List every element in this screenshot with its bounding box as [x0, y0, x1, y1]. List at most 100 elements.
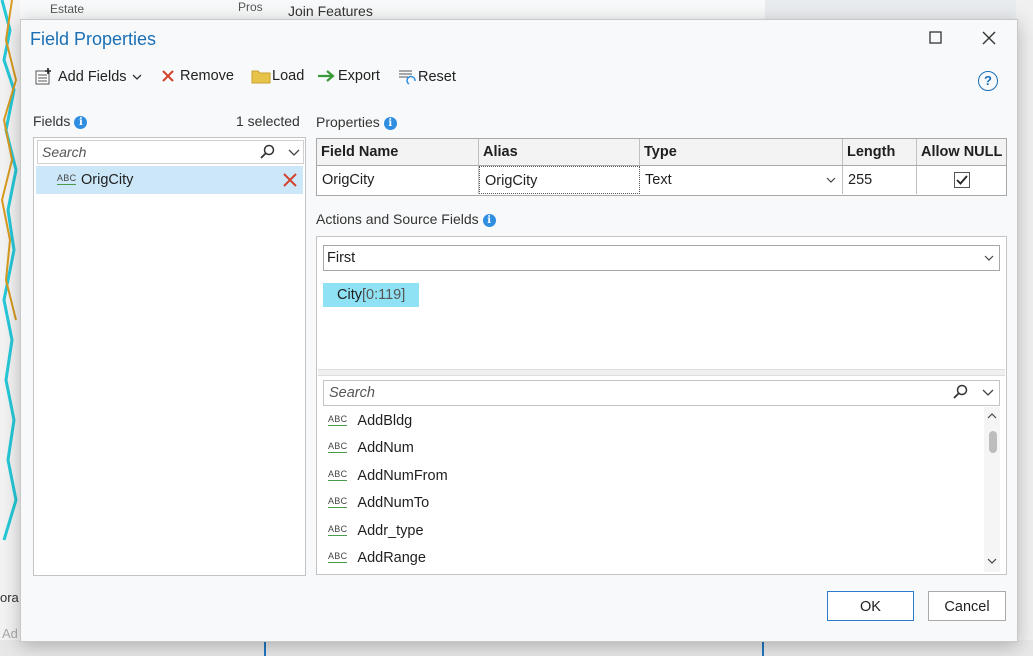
source-field-list: ABC AddBldg ABC AddNum ABC AddNumFrom ABC Ad… [323, 407, 983, 572]
close-button[interactable] [979, 28, 999, 48]
export-arrow-icon [318, 70, 335, 82]
text-type-icon: ABC [328, 524, 348, 536]
text-type-icon: ABC [328, 441, 348, 453]
add-fields-label: Add Fields [58, 69, 127, 85]
export-button[interactable]: Export [317, 68, 380, 84]
list-item[interactable]: ABC AddRange [328, 544, 426, 571]
search-icon[interactable] [953, 384, 969, 400]
folder-icon [251, 70, 271, 84]
fields-heading-text: Fields [33, 113, 71, 129]
scroll-up-icon[interactable] [987, 412, 997, 419]
source-field-name: AddNumFrom [357, 467, 448, 484]
scroll-down-icon[interactable] [987, 558, 997, 565]
map-label: Pros [238, 0, 263, 14]
background-divider [762, 640, 764, 656]
fields-search-input[interactable]: Search [42, 144, 86, 160]
background-pane-title: Join Features [288, 3, 373, 19]
source-chip-name: City [337, 287, 362, 303]
background-divider [264, 640, 266, 656]
actions-heading-text: Actions and Source Fields [316, 211, 479, 227]
info-icon[interactable]: i [383, 116, 397, 130]
field-name-cell[interactable]: OrigCity [317, 166, 479, 194]
chevron-down-icon[interactable] [982, 389, 994, 397]
alias-cell[interactable]: OrigCity [479, 166, 640, 194]
list-item[interactable]: ABC AddNumFrom [328, 462, 448, 489]
remove-label: Remove [180, 68, 234, 84]
text-type-icon: ABC [328, 469, 348, 481]
fields-list-panel: Search ABC OrigCity [33, 137, 306, 576]
info-icon[interactable]: i [74, 115, 88, 129]
map-label: Estate [50, 2, 85, 16]
source-field-name: AddRange [357, 549, 426, 566]
source-field-name: AddNum [357, 439, 414, 456]
list-item[interactable]: ABC AddNum [328, 434, 414, 461]
list-item[interactable]: ABC OrigCity [36, 166, 303, 194]
text-type-icon: ABC [328, 551, 348, 563]
cancel-button[interactable]: Cancel [928, 591, 1006, 621]
add-fields-icon [35, 68, 51, 85]
reset-button[interactable]: Reset [398, 68, 456, 86]
source-field-name: Addr_type [357, 522, 424, 539]
source-field-chip[interactable]: City[0:119] [323, 283, 420, 307]
length-cell[interactable]: 255 [843, 166, 917, 194]
allow-null-cell [917, 166, 1006, 194]
merge-rule-select[interactable]: First [323, 245, 1000, 271]
help-icon[interactable]: ? [978, 71, 998, 91]
chevron-down-icon [984, 255, 994, 261]
load-button[interactable]: Load [251, 68, 304, 84]
fields-search-box[interactable]: Search [37, 140, 304, 164]
info-icon[interactable]: i [482, 213, 496, 227]
add-fields-button[interactable]: Add Fields [35, 68, 142, 86]
background-map [0, 0, 20, 656]
source-chip-range: [0:119] [361, 287, 406, 303]
column-header: Allow NULL [917, 139, 1006, 166]
pane-splitter[interactable] [318, 369, 1005, 376]
column-header: Alias [479, 139, 640, 166]
background-bottom-bar [0, 640, 1033, 656]
actions-heading: Actions and Source Fields i [316, 211, 496, 227]
list-item[interactable]: ABC Addr_type [328, 517, 424, 544]
source-field-name: AddNumTo [357, 494, 430, 511]
scroll-thumb[interactable] [989, 431, 997, 453]
remove-x-icon [162, 70, 174, 82]
text-type-icon: ABC [57, 173, 77, 185]
source-search-input[interactable]: Search [329, 385, 375, 401]
properties-table: Field Name Alias Type Length Allow NULL … [316, 138, 1007, 196]
export-label: Export [338, 68, 380, 84]
background-strip [20, 0, 765, 20]
chevron-down-icon[interactable] [288, 149, 300, 157]
list-item[interactable]: ABC AddNumTo [328, 489, 429, 516]
background-label: Ad [2, 626, 18, 641]
merge-rule-value: First [327, 250, 356, 266]
background-label: ora [0, 590, 19, 605]
properties-heading: Properties i [316, 114, 397, 130]
column-header: Length [843, 139, 917, 166]
source-field-name: AddBldg [357, 412, 413, 429]
maximize-button[interactable] [928, 30, 944, 46]
maximize-icon [929, 31, 942, 44]
background-right-edge [1016, 0, 1033, 656]
dialog-title: Field Properties [30, 29, 157, 49]
text-type-icon: ABC [328, 496, 348, 508]
delete-field-icon[interactable] [282, 172, 298, 188]
remove-button[interactable]: Remove [161, 68, 234, 84]
column-header: Field Name [317, 139, 479, 166]
column-header: Type [640, 139, 843, 166]
scrollbar[interactable] [984, 407, 1000, 572]
load-label: Load [272, 68, 305, 84]
text-type-icon: ABC [328, 414, 348, 426]
close-icon [982, 31, 996, 45]
map-lines [0, 0, 18, 541]
search-icon[interactable] [260, 144, 276, 160]
field-name: OrigCity [81, 172, 134, 188]
source-search-box[interactable]: Search [323, 380, 1000, 406]
ok-button[interactable]: OK [827, 591, 914, 621]
list-item[interactable]: ABC AddBldg [328, 407, 412, 434]
chevron-down-icon [132, 74, 141, 80]
actions-panel: First City[0:119] Search ABC AddBldg ABC A… [316, 236, 1007, 575]
chevron-down-icon [826, 177, 836, 183]
field-properties-dialog: Field Properties Add Fields Remove Load … [20, 19, 1018, 642]
type-select[interactable]: Text [640, 166, 843, 194]
allow-null-checkbox[interactable] [954, 172, 970, 188]
reset-icon [399, 70, 416, 85]
